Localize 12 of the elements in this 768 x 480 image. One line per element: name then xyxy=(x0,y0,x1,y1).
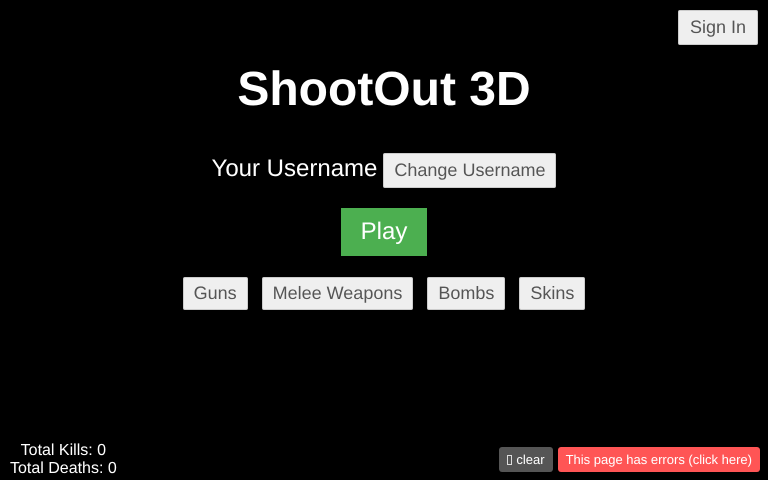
category-button[interactable]: Skins xyxy=(519,277,586,310)
change-username-button[interactable]: Change Username xyxy=(383,153,556,188)
missing-glyph-icon xyxy=(507,454,512,464)
category-button[interactable]: Guns xyxy=(182,277,248,310)
stat-text: Total Kills: 0 xyxy=(20,442,106,460)
stat-text: Total Deaths: 0 xyxy=(10,460,117,478)
clear-button[interactable]: clear xyxy=(499,447,553,472)
username-label: Your Username xyxy=(212,154,378,182)
category-button[interactable]: Melee Weapons xyxy=(262,277,414,310)
game-title: ShootOut 3D xyxy=(237,62,531,118)
sign-in-button[interactable]: Sign In xyxy=(678,10,758,45)
category-button[interactable]: Bombs xyxy=(427,277,506,310)
